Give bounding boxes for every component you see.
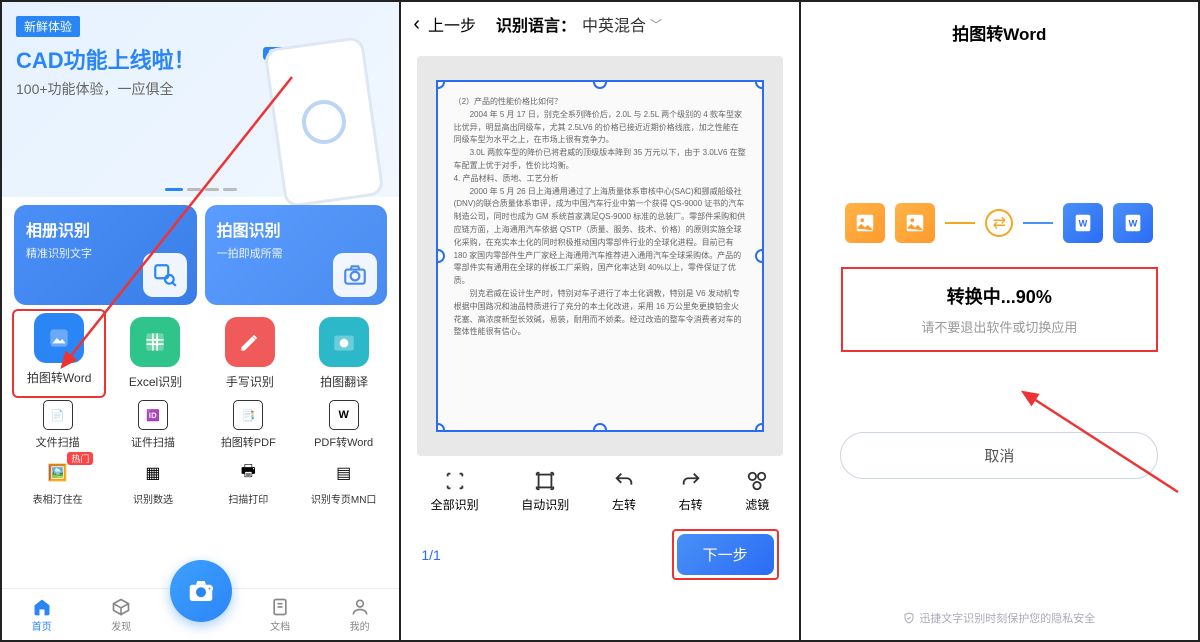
tab-home[interactable]: 首页 [2,589,81,640]
crop-handle[interactable] [593,423,607,432]
mini-feature-0[interactable]: 📄 文件扫描 [14,400,101,450]
feature-tile-3[interactable]: 拍图翻译 [301,311,387,396]
document-text: （2）产品的性能价格比如何？ 2004 年 5 月 17 日，别克全系列降价后，… [454,96,747,339]
highlight-box: 下一步 [672,529,779,580]
mini2-icon: ▤ [329,458,359,488]
mini-label: 拍图转PDF [221,434,276,450]
svg-text:W: W [1129,219,1138,229]
crop-area[interactable]: （2）产品的性能价格比如何？ 2004 年 5 月 17 日，别克全系列降价后，… [417,56,782,456]
card-title: 相册识别 [26,217,185,241]
page-counter: 1/1 [421,547,440,563]
crop-tool-2[interactable]: 左转 [612,470,636,513]
converting-screen: 拍图转Word ⇄ W W 转换中...90% 请不要退出软件或切换应用 取消 … [801,2,1198,640]
mini-feature-1[interactable]: 🆔 证件扫描 [109,400,196,450]
mini2-label: 扫描打印 [228,491,268,506]
mini2-icon: 🖶 [233,458,263,488]
mini2-feature-1[interactable]: ▦ 识别数选 [109,458,196,506]
chevron-down-icon: ﹀ [650,16,662,33]
tool-label: 滤镜 [745,496,769,513]
svg-text:+: + [208,586,212,593]
tool-label: 右转 [679,496,703,513]
crop-tool-0[interactable]: 全部识别 [431,470,479,513]
progress-title: 转换中...90% [853,283,1146,309]
home-screen: 新鲜体验 CAD功能上线啦！ 100+功能体验，一应俱全 CAD 相册识别 精准… [2,2,401,640]
document-preview[interactable]: （2）产品的性能价格比如何？ 2004 年 5 月 17 日，别克全系列降价后，… [436,80,765,432]
progress-hint: 请不要退出软件或切换应用 [853,317,1146,336]
mini-feature-2[interactable]: 📑 拍图转PDF [205,400,292,450]
back-icon[interactable]: ‹ [413,13,420,36]
tool-label: 全部识别 [431,496,479,513]
crop-handle[interactable] [593,80,607,89]
tile-icon [319,317,369,367]
tab-discover[interactable]: 发现 [81,589,160,640]
camera-fab[interactable]: + [170,560,232,622]
cancel-button[interactable]: 取消 [840,432,1158,479]
convert-arrow-icon: ⇄ [985,209,1013,237]
tool-label: 自动识别 [521,496,569,513]
mini2-label: 表相汀住在 [33,491,83,506]
mini-icon: W [329,400,359,430]
card-album-recognize[interactable]: 相册识别 精准识别文字 [14,205,197,305]
crop-handle[interactable] [436,80,445,89]
crop-handle[interactable] [436,249,445,263]
mini2-feature-2[interactable]: 🖶 扫描打印 [205,458,292,506]
crop-screen: ‹ 上一步 识别语言： 中英混合 ﹀ （2）产品的性能价格比如何？ 2004 年… [401,2,800,640]
progress-box: 转换中...90% 请不要退出软件或切换应用 [841,267,1158,352]
page-title: 拍图转Word [801,2,1198,63]
feature-tile-1[interactable]: Excel识别 [112,311,198,396]
camera-icon [333,253,377,297]
image-icon [845,203,885,243]
svg-text:W: W [1079,219,1088,229]
tool-label: 左转 [612,496,636,513]
image-icon [895,203,935,243]
crop-handle[interactable] [755,423,764,432]
crop-handle[interactable] [436,423,445,432]
promo-banner[interactable]: 新鲜体验 CAD功能上线啦！ 100+功能体验，一应俱全 CAD [2,2,399,197]
tile-icon [34,313,84,363]
carousel-dots[interactable] [165,188,237,191]
mini-icon: 📄 [43,400,73,430]
gallery-search-icon [143,253,187,297]
tile-icon [225,317,275,367]
mini-icon: 🆔 [138,400,168,430]
tile-label: 拍图转Word [27,369,91,386]
tile-icon [130,317,180,367]
mini2-icon: ▦ [138,458,168,488]
mini-label: PDF转Word [314,434,373,450]
mini2-feature-3[interactable]: ▤ 识别专页MN口 [300,458,387,506]
back-label[interactable]: 上一步 [428,12,476,36]
next-button[interactable]: 下一步 [677,534,774,575]
crop-handle[interactable] [755,249,764,263]
badge-new: 新鲜体验 [16,16,80,37]
tab-docs[interactable]: 文档 [240,589,319,640]
lang-selector[interactable]: 中英混合 ﹀ [582,12,662,36]
mini2-feature-0[interactable]: 热门🖼️表相汀住在 [14,458,101,506]
mini-icon: 📑 [233,400,263,430]
crop-tool-3[interactable]: 右转 [679,470,703,513]
tile-label: Excel识别 [129,373,182,390]
crop-tool-4[interactable]: 滤镜 [745,470,769,513]
crop-tool-1[interactable]: 自动识别 [521,470,569,513]
convert-illustration: ⇄ W W [801,203,1198,243]
tile-label: 拍图翻译 [320,373,368,390]
tab-mine[interactable]: 我的 [320,589,399,640]
mini-feature-3[interactable]: W PDF转Word [300,400,387,450]
crop-handle[interactable] [755,80,764,89]
word-icon: W [1113,203,1153,243]
mini-label: 文件扫描 [36,434,80,450]
card-photo-recognize[interactable]: 拍图识别 一拍即成所需 [205,205,388,305]
mini2-label: 识别数选 [133,491,173,506]
shield-icon [903,612,915,624]
mini2-label: 识别专页MN口 [311,491,377,506]
tile-label: 手写识别 [226,373,274,390]
feature-tile-0[interactable]: 拍图转Word [12,309,106,398]
feature-tile-2[interactable]: 手写识别 [207,311,293,396]
lang-label: 识别语言： [496,12,576,36]
mini-label: 证件扫描 [131,434,175,450]
privacy-note: 迅捷文字识别时刻保护您的隐私安全 [801,610,1198,626]
hot-badge: 热门 [67,452,93,465]
card-title: 拍图识别 [217,217,376,241]
word-icon: W [1063,203,1103,243]
